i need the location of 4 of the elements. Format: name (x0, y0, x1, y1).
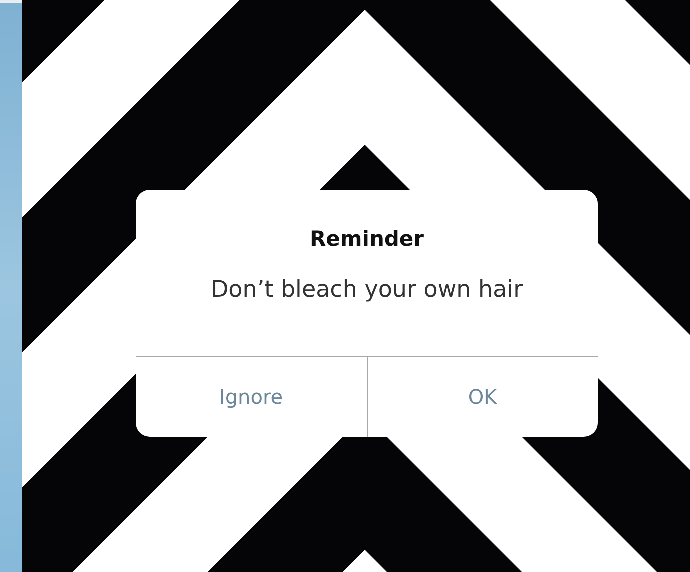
alert-message: Don’t bleach your own hair (210, 277, 524, 303)
alert-title: Reminder (310, 227, 424, 251)
alert-button[interactable]: Ignore (136, 357, 366, 437)
alert-button[interactable]: OK (366, 357, 598, 437)
